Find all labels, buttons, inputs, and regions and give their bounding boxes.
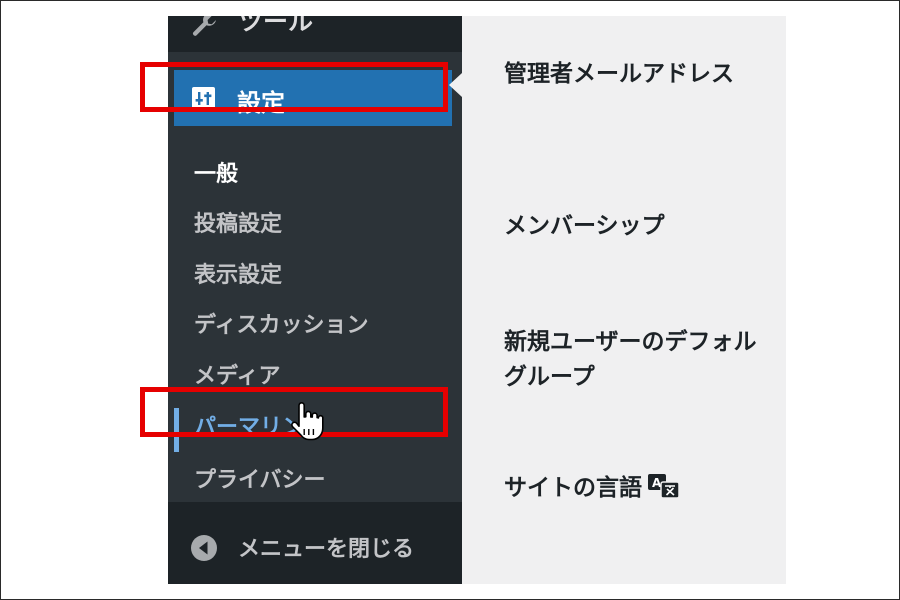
- default-role-label-line2: グループ: [504, 364, 595, 390]
- settings-form-area: 管理者メールアドレス メンバーシップ 新規ユーザーのデフォル グループ サイトの…: [462, 16, 786, 584]
- collapse-menu-button[interactable]: メニューを閉じる: [168, 502, 462, 584]
- site-language-label: サイトの言語: [504, 475, 642, 501]
- site-language-row: サイトの言語 A: [504, 470, 680, 506]
- sidebar-item-tools[interactable]: ツール: [168, 16, 462, 52]
- settings-highlight-box: [140, 62, 448, 112]
- active-menu-pointer: [449, 73, 462, 97]
- sidebar-item-label: ツール: [238, 16, 314, 36]
- hand-cursor-icon: [291, 402, 324, 441]
- default-role-label-line1: 新規ユーザーのデフォル: [504, 329, 757, 355]
- collapse-arrow-icon: [191, 535, 217, 561]
- submenu-item-reading[interactable]: 表示設定: [194, 257, 282, 289]
- submenu-item-privacy[interactable]: プライバシー: [194, 462, 326, 494]
- submenu-item-writing[interactable]: 投稿設定: [194, 206, 282, 238]
- submenu-item-discussion[interactable]: ディスカッション: [194, 307, 368, 339]
- submenu-item-media[interactable]: メディア: [194, 358, 280, 390]
- wrench-icon: [193, 16, 216, 36]
- membership-label: メンバーシップ: [504, 213, 665, 239]
- translate-icon: A: [648, 474, 680, 499]
- admin-email-label: 管理者メールアドレス: [504, 61, 734, 87]
- submenu-item-general[interactable]: 一般: [194, 156, 238, 188]
- settings-submenu: 一般 投稿設定 表示設定 ディスカッション メディア パーマリンク プライバシー: [168, 132, 462, 502]
- collapse-menu-label: メニューを閉じる: [238, 537, 415, 562]
